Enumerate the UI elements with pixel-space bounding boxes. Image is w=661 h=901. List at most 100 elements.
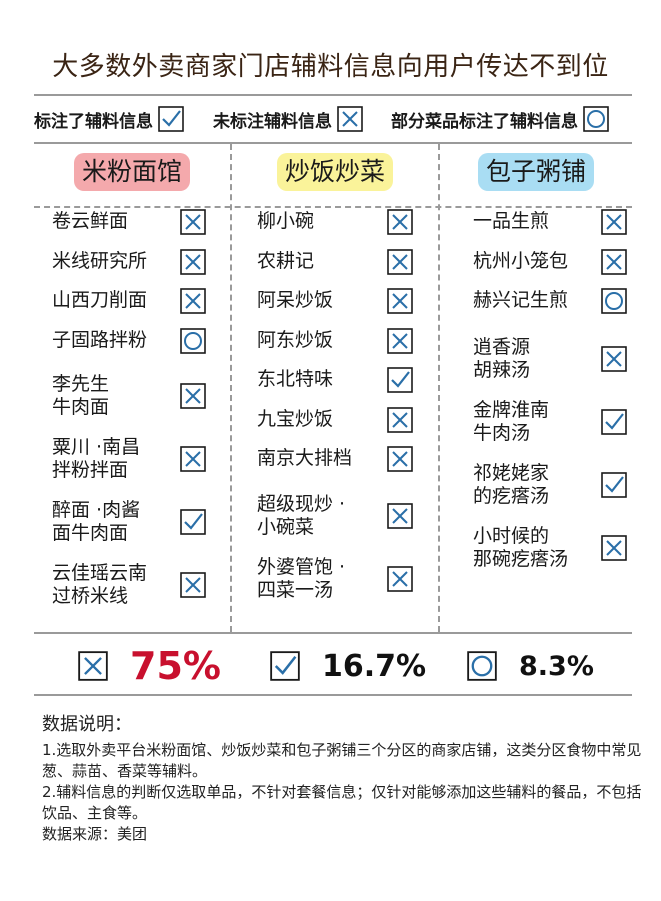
cross-box-icon [601, 249, 627, 275]
header-divider [34, 206, 632, 208]
cross-box-icon [180, 209, 206, 235]
notes-heading: 数据说明： [42, 714, 132, 735]
summary-top-divider [34, 632, 632, 634]
shop-name: 超级现炒 · 小碗菜 [257, 493, 345, 539]
shop-name-line: 醉面 ·肉酱 [52, 499, 141, 521]
shop-name-line: 粟川 ·南昌 [52, 436, 141, 458]
shop-name-line: 杭州小笼包 [473, 250, 569, 272]
summary-value: 75% [130, 644, 221, 688]
cross-box-icon [180, 572, 206, 598]
cross-box-icon [387, 288, 413, 314]
cross-box-icon [180, 249, 206, 275]
summary: 75% 16.7% 8.3% [0, 638, 661, 694]
notes-source: 数据来源：美团 [42, 825, 148, 843]
shop-name-line: 山西刀削面 [52, 289, 148, 311]
shop-name-line: 云佳瑶云南 [52, 562, 148, 584]
shop-name: 柳小碗 [257, 210, 314, 233]
summary-value: 16.7% [322, 648, 427, 684]
legend-label: 部分菜品标注了辅料信息 [391, 111, 578, 132]
data-notes: 数据说明： 1.选取外卖平台米粉面馆、炒饭炒菜和包子粥铺三个分区的商家店铺，这类… [42, 712, 642, 845]
shop-name-line: 一品生煎 [473, 210, 550, 232]
shop-name-line: 米线研究所 [52, 250, 148, 272]
shop-name: 山西刀削面 [52, 289, 147, 312]
column-header-noodles: 米粉面馆 [34, 153, 230, 191]
shop-name-line: 小碗菜 [257, 516, 315, 538]
cross-box-icon [180, 446, 206, 472]
summary-check: 16.7% [270, 638, 426, 694]
shop-name: 李先生 牛肉面 [52, 373, 109, 419]
cross-box-icon [78, 651, 108, 681]
shop-name-line: 那碗疙瘩汤 [473, 548, 569, 570]
shop-name-line: 逍香源 [473, 336, 531, 358]
shop-name: 九宝炒饭 [257, 408, 333, 431]
shop-name-line: 牛肉面 [52, 396, 110, 418]
summary-circle: 8.3% [467, 638, 594, 694]
cross-box-icon [601, 209, 627, 235]
shop-name-line: 柳小碗 [257, 210, 315, 232]
shop-name: 阿东炒饭 [257, 329, 333, 352]
shop-name-line: 超级现炒 · [257, 493, 346, 515]
cross-box-icon [601, 346, 627, 372]
notes-line: 2.辅料信息的判断仅选取单品，不针对套餐信息；仅针对能够添加这些辅料的餐品，不包… [42, 783, 642, 822]
column-divider [230, 144, 232, 632]
shop-name-line: 东北特味 [257, 368, 334, 390]
shop-name: 米线研究所 [52, 250, 147, 273]
shop-name: 南京大排档 [257, 447, 352, 470]
shop-name-line: 过桥米线 [52, 585, 129, 607]
shop-name-line: 李先生 [52, 373, 110, 395]
shop-name-line: 子固路拌粉 [52, 329, 148, 351]
shop-name: 阿呆炒饭 [257, 289, 333, 312]
shop-name-line: 外婆管饱 · [257, 556, 346, 578]
shop-name: 赫兴记生煎 [473, 289, 568, 312]
cross-box-icon [601, 535, 627, 561]
shop-name: 金牌淮南 牛肉汤 [473, 399, 549, 445]
column-header-label: 米粉面馆 [73, 153, 190, 191]
shop-name-line: 南京大排档 [257, 447, 353, 469]
shop-name: 祁姥姥家 的疙瘩汤 [473, 462, 549, 508]
shop-name: 云佳瑶云南 过桥米线 [52, 562, 147, 608]
circle-box-icon [467, 651, 497, 681]
shop-name: 逍香源 胡辣汤 [473, 336, 530, 382]
shop-name: 醉面 ·肉酱 面牛肉面 [52, 499, 140, 545]
shop-name-line: 阿东炒饭 [257, 329, 334, 351]
check-box-icon [601, 472, 627, 498]
shop-name-line: 赫兴记生煎 [473, 289, 569, 311]
cross-box-icon [387, 503, 413, 529]
shop-name: 卷云鲜面 [52, 210, 128, 233]
shop-name-line: 面牛肉面 [52, 522, 129, 544]
circle-box-icon [601, 288, 627, 314]
circle-box-icon [583, 106, 609, 132]
shop-name: 一品生煎 [473, 210, 549, 233]
shop-name-line: 拌粉拌面 [52, 459, 129, 481]
shop-name-line: 胡辣汤 [473, 359, 531, 381]
legend-divider [34, 142, 632, 144]
shop-name: 子固路拌粉 [52, 329, 147, 352]
check-box-icon [180, 509, 206, 535]
cross-box-icon [387, 566, 413, 592]
circle-box-icon [180, 328, 206, 354]
shop-name-line: 的疙瘩汤 [473, 485, 550, 507]
legend-item-circle: 部分菜品标注了辅料信息 [391, 104, 609, 134]
column-header-buns: 包子粥铺 [440, 153, 632, 191]
legend-item-cross: 未标注辅料信息 [213, 104, 363, 134]
cross-box-icon [387, 209, 413, 235]
cross-box-icon [387, 328, 413, 354]
legend-label: 未标注辅料信息 [213, 111, 332, 132]
shop-name: 东北特味 [257, 368, 333, 391]
shop-name: 杭州小笼包 [473, 250, 568, 273]
cross-box-icon [387, 407, 413, 433]
shop-name: 小时候的 那碗疙瘩汤 [473, 525, 568, 571]
column-header-fried-rice: 炒饭炒菜 [232, 153, 438, 191]
shop-name: 粟川 ·南昌 拌粉拌面 [52, 436, 140, 482]
legend-label: 标注了辅料信息 [34, 111, 153, 132]
shop-name-line: 祁姥姥家 [473, 462, 550, 484]
check-box-icon [601, 409, 627, 435]
check-box-icon [158, 106, 184, 132]
shop-name-line: 金牌淮南 [473, 399, 550, 421]
summary-bottom-divider [34, 694, 632, 696]
shop-name-line: 卷云鲜面 [52, 210, 129, 232]
legend: 标注了辅料信息 未标注辅料信息 部分菜品标注了辅料信息 [0, 104, 661, 134]
shop-name-line: 牛肉汤 [473, 422, 531, 444]
cross-box-icon [387, 446, 413, 472]
cross-box-icon [337, 106, 363, 132]
